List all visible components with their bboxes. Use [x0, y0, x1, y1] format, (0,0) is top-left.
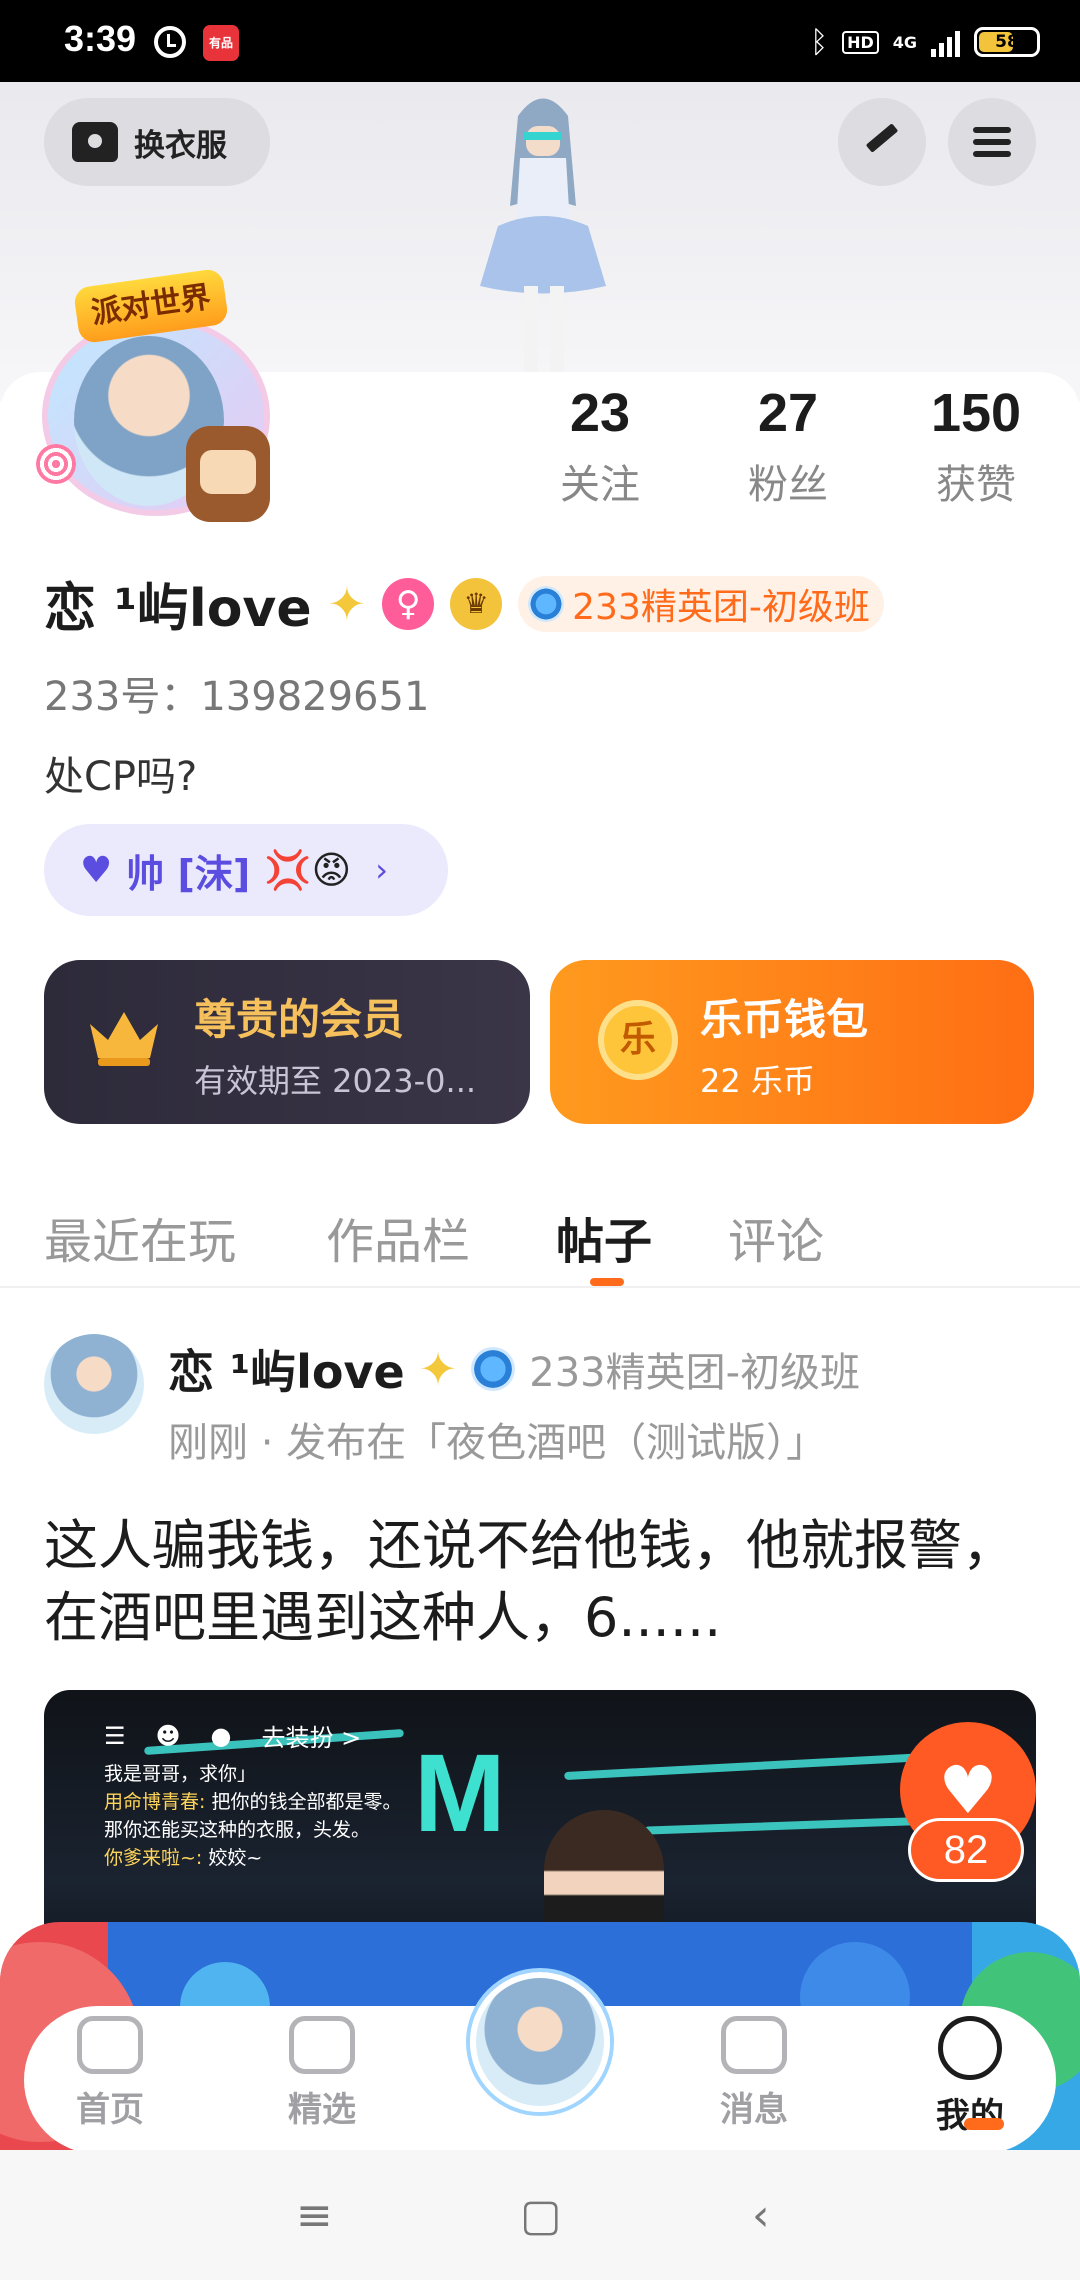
nav-messages[interactable]: 消息: [694, 2016, 814, 2131]
alarm-icon: [154, 26, 186, 58]
system-navigation-bar: ≡ ▢ ‹: [0, 2150, 1080, 2280]
sparkle-icon: ✦: [418, 1342, 458, 1396]
nav-messages-label: 消息: [720, 2090, 788, 2130]
profile-avatar[interactable]: 派对世界: [36, 267, 276, 526]
chat-line: 用命博青春: 把你的钱全部都是零。: [104, 1791, 402, 1813]
profile-tabs: 最近在玩 作品栏 帖子 评论: [0, 1184, 1080, 1288]
battery-icon: 58: [974, 27, 1040, 57]
following-label: 关注: [560, 462, 640, 508]
profile-name: 恋 ¹屿love: [44, 579, 312, 639]
elite-group-label: 233精英团-初级班: [572, 586, 870, 628]
chat-icon: ●: [210, 1721, 232, 1750]
gem-icon: [471, 1347, 516, 1391]
likes-label: 获赞: [936, 462, 1016, 508]
profile-name-row: 恋 ¹屿love ✦ ♀ ♛ 233精英团-初级班: [44, 566, 884, 641]
chat-line: 我是哥哥，求你」: [104, 1763, 257, 1785]
fans-label: 粉丝: [748, 462, 828, 508]
status-indicators: ᛒ HD 4G 58: [810, 20, 1040, 64]
stat-fans[interactable]: 27 粉丝: [708, 382, 868, 510]
post-author-name[interactable]: 恋 ¹屿love: [168, 1336, 405, 1402]
tab-recent-played[interactable]: 最近在玩: [44, 1202, 236, 1272]
list-icon: ☰: [104, 1721, 126, 1750]
cp-partner-pill[interactable]: ♥ 帅 [沫] 💢😡 ›: [44, 824, 448, 916]
female-gender-icon: ♀: [382, 577, 435, 630]
user-id: 233号：139829651: [44, 674, 430, 720]
game-toolbar: ☰ ☻ ● 去装扮 >: [104, 1718, 361, 1753]
heart-icon: ♥: [80, 849, 113, 891]
gem-icon: [528, 585, 565, 622]
star-bookmark-icon: [289, 2016, 355, 2074]
profile-bio: 处CP吗?: [44, 754, 198, 800]
avatar-3d-figure[interactable]: [458, 86, 628, 376]
vip-membership-card[interactable]: 尊贵的会员 有效期至 2023-0...: [44, 960, 530, 1124]
battery-level: 58: [995, 32, 1019, 52]
post-author-avatar[interactable]: [44, 1334, 144, 1434]
tab-works[interactable]: 作品栏: [326, 1202, 470, 1272]
post-author-rank: 233精英团-初级班: [529, 1350, 861, 1396]
sparkle-icon: ✦: [327, 576, 367, 631]
shirt-icon: [72, 122, 118, 162]
game-chat: 我是哥哥，求你」 用命博青春: 把你的钱全部都是零。 那你还能买这种的衣服，头发…: [104, 1760, 401, 1872]
nav-featured-label: 精选: [288, 2090, 356, 2130]
elite-group-tag[interactable]: 233精英团-初级班: [518, 575, 884, 632]
recent-apps-button[interactable]: ≡: [296, 2190, 333, 2241]
chevron-right-icon: ›: [375, 851, 388, 889]
post-text[interactable]: 这人骗我钱，还说不给他钱，他就报警，在酒吧里遇到这种人，6......: [44, 1510, 1044, 1654]
cp-emoji: 💢😡: [264, 847, 352, 892]
vip-title: 尊贵的会员: [194, 995, 405, 1044]
dress-up-link: 去装扮 >: [261, 1724, 362, 1752]
change-outfit-label: 换衣服: [134, 127, 227, 164]
fans-count: 27: [757, 383, 819, 443]
nav-home[interactable]: 首页: [50, 2016, 170, 2131]
nav-home-label: 首页: [76, 2090, 144, 2130]
post-meta[interactable]: 刚刚 · 发布在「夜色酒吧（测试版）」: [168, 1410, 826, 1468]
following-count: 23: [569, 383, 631, 443]
change-outfit-button[interactable]: 换衣服: [44, 98, 270, 186]
wallet-title: 乐币钱包: [700, 995, 869, 1044]
coin-wallet-card[interactable]: 乐 乐币钱包 22 乐币: [550, 960, 1034, 1124]
neon-sign: M: [414, 1732, 506, 1855]
tab-comments[interactable]: 评论: [728, 1202, 824, 1272]
hamburger-icon: [973, 127, 1011, 157]
crown-icon: [90, 1012, 158, 1066]
status-time: 3:39: [64, 18, 137, 59]
status-bar: 3:39 有品 ᛒ HD 4G 58: [0, 0, 1080, 82]
likes-count: 150: [930, 383, 1022, 443]
friends-icon: ☻: [155, 1721, 181, 1750]
bear-decoration: [186, 426, 270, 522]
chat-line: 那你还能买这种的衣服，头发。: [104, 1819, 371, 1841]
signal-icon: [931, 27, 960, 57]
menu-button[interactable]: [948, 98, 1036, 186]
stat-following[interactable]: 23 关注: [520, 382, 680, 510]
stat-likes[interactable]: 150 获赞: [896, 382, 1056, 510]
home-button[interactable]: ▢: [520, 2190, 562, 2241]
back-button[interactable]: ‹: [752, 2190, 770, 2241]
gamepad-icon: [77, 2016, 143, 2074]
chat-bubble-icon: [721, 2016, 787, 2074]
edit-profile-button[interactable]: [838, 98, 926, 186]
coin-icon: 乐: [598, 1000, 678, 1080]
crown-badge-icon[interactable]: ♛: [450, 577, 503, 630]
tab-posts[interactable]: 帖子: [556, 1202, 652, 1272]
chat-line: 你爹来啦~: 姣姣~: [104, 1847, 263, 1869]
lollipop-decoration: [36, 444, 76, 484]
nav-featured[interactable]: 精选: [262, 2016, 382, 2131]
smile-face-icon: [938, 2016, 1002, 2080]
vip-expiry: 有效期至 2023-0...: [194, 1062, 477, 1100]
active-nav-indicator: [964, 2118, 1004, 2130]
bluetooth-icon: ᛒ: [810, 24, 829, 60]
notification-app-icon: 有品: [203, 25, 239, 61]
nav-center-avatar-button[interactable]: [470, 1972, 610, 2112]
like-count: 82: [908, 1818, 1024, 1882]
active-tab-indicator: [590, 1278, 624, 1286]
post-author-row: 恋 ¹屿love ✦ 233精英团-初级班: [168, 1336, 860, 1402]
hd-voice-icon: HD: [842, 30, 879, 54]
network-type: 4G: [892, 32, 917, 52]
wallet-balance: 22 乐币: [700, 1062, 815, 1100]
pencil-icon: [865, 123, 899, 153]
heart-icon: ♥: [938, 1751, 998, 1829]
cp-partner-name: 帅 [沫]: [126, 851, 251, 896]
